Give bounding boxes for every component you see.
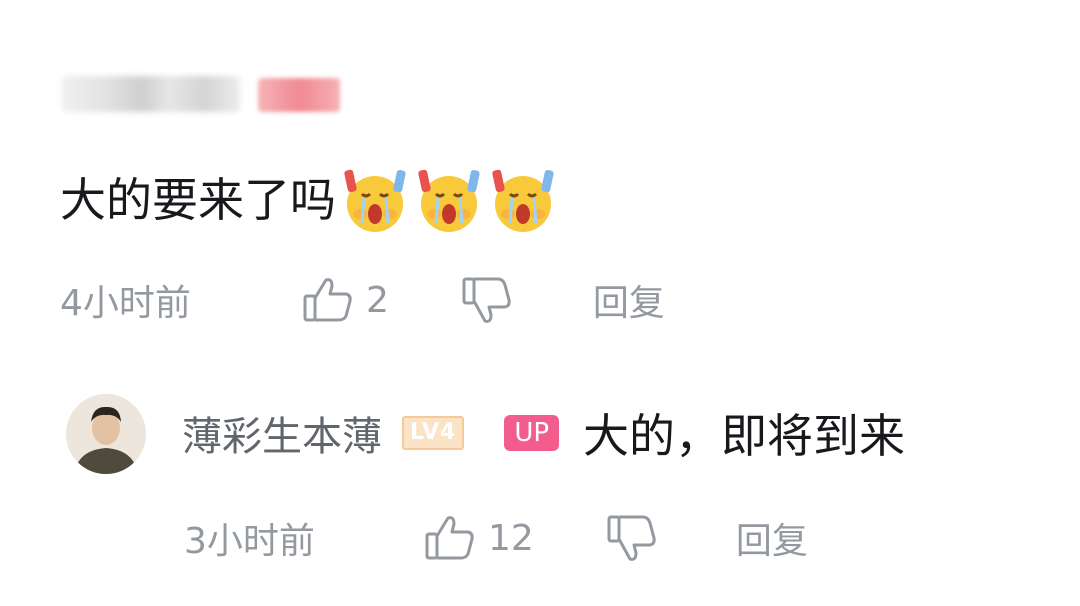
- comment-content: 大的要来了吗: [60, 160, 560, 240]
- reply-time: 3小时前: [184, 521, 315, 562]
- emoji-group: [338, 164, 560, 236]
- thumbs-up-icon[interactable]: [424, 514, 476, 562]
- up-badge: UP: [504, 415, 560, 451]
- avatar[interactable]: [66, 394, 146, 474]
- comment-meta: 4小时前 2 回复: [60, 272, 665, 328]
- comment-text: 大的要来了吗: [60, 173, 336, 227]
- thumbs-down-icon[interactable]: [606, 513, 658, 563]
- reply-button[interactable]: 回复: [593, 274, 665, 326]
- reply-text: 大的，即将到来: [583, 409, 906, 463]
- blurred-username: [62, 76, 240, 112]
- reply-button[interactable]: 回复: [736, 512, 808, 564]
- crying-fan-emoji: [344, 169, 406, 232]
- reply-meta: 3小时前 12 回复: [184, 510, 808, 566]
- crying-fan-emoji: [492, 169, 554, 232]
- like-count: 2: [366, 279, 389, 321]
- level-badge: LV4: [402, 416, 465, 450]
- comment-time: 4小时前: [60, 283, 191, 324]
- thumbs-down-icon[interactable]: [461, 275, 513, 325]
- thumbs-up-icon[interactable]: [302, 276, 354, 324]
- crying-fan-emoji: [418, 169, 480, 232]
- reply-username[interactable]: 薄彩生本薄: [182, 404, 382, 462]
- like-count: 12: [488, 517, 534, 559]
- reply-content: 薄彩生本薄 LV4 UP 大的，即将到来: [182, 400, 905, 466]
- blurred-badge: [258, 78, 340, 112]
